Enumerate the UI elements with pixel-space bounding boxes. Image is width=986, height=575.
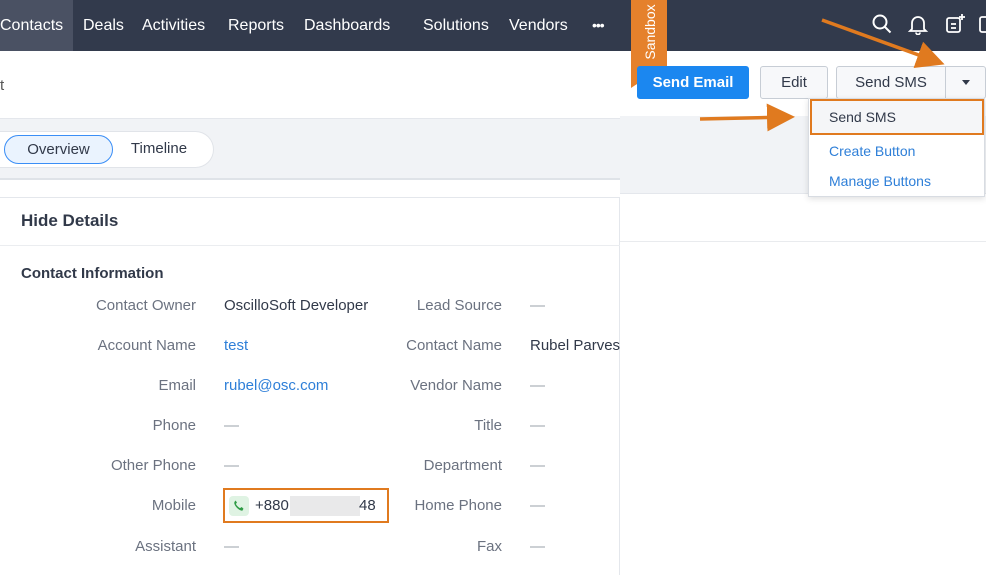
- nav-tab-solutions[interactable]: Solutions: [423, 0, 489, 51]
- add-note-icon[interactable]: [944, 13, 966, 35]
- field-label-title: Title: [474, 417, 502, 434]
- field-label-fax: Fax: [476, 538, 502, 555]
- field-label-vendor-name: Vendor Name: [410, 377, 502, 394]
- field-label-other-phone: Other Phone: [110, 457, 196, 474]
- field-value-department: —: [530, 457, 545, 474]
- send-sms-button[interactable]: Send SMS: [836, 66, 946, 99]
- mobile-number-prefix[interactable]: +880: [255, 497, 289, 514]
- divider: [620, 241, 986, 242]
- field-value-fax: —: [530, 538, 545, 555]
- field-value-title: —: [530, 417, 545, 434]
- email-link[interactable]: rubel@osc.com: [224, 377, 328, 394]
- nav-tab-reports[interactable]: Reports: [228, 0, 284, 51]
- nav-tab-vendors[interactable]: Vendors: [509, 0, 568, 51]
- search-icon[interactable]: [871, 13, 893, 35]
- tab-timeline[interactable]: Timeline: [118, 135, 200, 164]
- tab-overview[interactable]: Overview: [4, 135, 113, 164]
- phone-call-icon[interactable]: [229, 496, 249, 516]
- field-label-home-phone: Home Phone: [414, 497, 502, 514]
- nav-tab-contacts[interactable]: Contacts: [0, 0, 73, 51]
- field-label-contact-name: Contact Name: [406, 337, 502, 354]
- section-title: Contact Information: [21, 265, 164, 282]
- nav-tab-dashboards[interactable]: Dashboards: [304, 0, 390, 51]
- edit-button[interactable]: Edit: [760, 66, 828, 99]
- field-value-lead-source: —: [530, 297, 545, 314]
- nav-tab-deals[interactable]: Deals: [83, 0, 124, 51]
- field-value-assistant: —: [224, 538, 239, 555]
- field-label-lead-source: Lead Source: [416, 297, 502, 314]
- field-value-phone: —: [224, 417, 239, 434]
- field-value-home-phone: —: [530, 497, 545, 514]
- field-label-email: Email: [158, 377, 196, 394]
- field-value-other-phone: —: [224, 457, 239, 474]
- chevron-down-icon: [962, 80, 970, 85]
- field-label-department: Department: [423, 457, 502, 474]
- menu-item-manage-buttons[interactable]: Manage Buttons: [829, 173, 931, 189]
- menu-item-create-button[interactable]: Create Button: [829, 143, 915, 159]
- redacted-digits: [290, 496, 360, 516]
- field-label-mobile: Mobile: [151, 497, 196, 514]
- mobile-number-suffix[interactable]: 48: [359, 497, 376, 514]
- account-name-link[interactable]: test: [224, 337, 248, 354]
- field-label-contact-owner: Contact Owner: [95, 297, 196, 314]
- window-icon[interactable]: [978, 13, 986, 35]
- bell-icon[interactable]: [907, 13, 929, 35]
- nav-tab-activities[interactable]: Activities: [142, 0, 205, 51]
- field-label-phone: Phone: [152, 417, 196, 434]
- field-value-vendor-name: —: [530, 377, 545, 394]
- field-value-contact-owner: OscilloSoft Developer: [224, 297, 369, 314]
- field-label-account-name: Account Name: [97, 337, 196, 354]
- field-label-assistant: Assistant: [135, 538, 196, 555]
- field-value-contact-name: Rubel Parves: [530, 337, 621, 354]
- sandbox-label: Sandbox: [642, 4, 658, 60]
- send-email-button[interactable]: Send Email: [637, 66, 749, 99]
- breadcrumb[interactable]: t: [0, 77, 4, 94]
- more-tabs-icon[interactable]: •••: [592, 0, 605, 51]
- hide-details-toggle[interactable]: Hide Details: [21, 211, 118, 231]
- menu-item-send-sms[interactable]: Send SMS: [829, 109, 896, 125]
